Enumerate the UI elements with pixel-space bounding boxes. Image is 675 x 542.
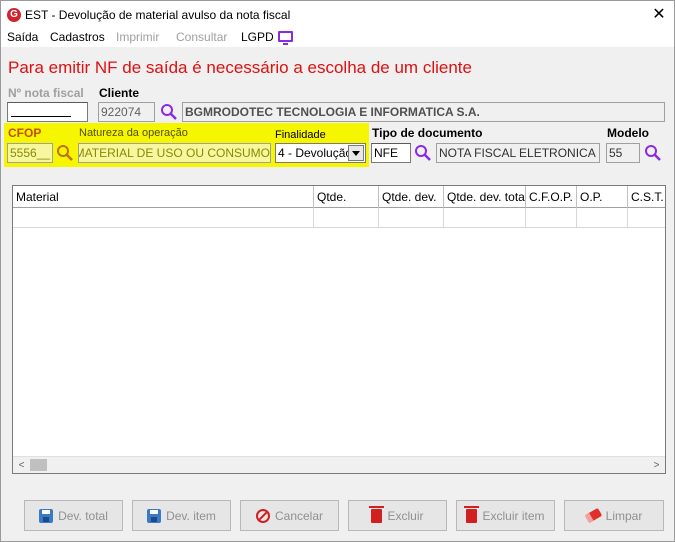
cliente-code-field[interactable]: 922074 — [98, 102, 155, 122]
cliente-name-field: BGMRODOTEC TECNOLOGIA E INFORMATICA S.A. — [182, 102, 665, 122]
cfop-input[interactable]: 5556__ — [7, 143, 53, 163]
scroll-left-icon[interactable]: < — [13, 457, 30, 474]
menu-consultar[interactable]: Consultar — [176, 30, 227, 44]
trash-icon — [369, 505, 385, 523]
search-tipo-documento-icon[interactable] — [414, 144, 432, 162]
limpar-label: Limpar — [605, 508, 643, 523]
natureza-field: DE MATERIAL DE USO OU CONSUMO — [78, 143, 271, 163]
finalidade-label: Finalidade — [275, 129, 326, 141]
excluir-item-button[interactable]: Excluir item — [456, 500, 555, 531]
horizontal-scrollbar[interactable]: < > — [13, 456, 665, 473]
main-window: G EST - Devolução de material avulso da … — [0, 0, 675, 542]
menu-lgpd[interactable]: LGPD — [241, 30, 274, 44]
nota-fiscal-label: Nº nota fiscal — [8, 86, 84, 100]
modelo-field[interactable]: 55 — [606, 143, 640, 163]
column-header-qtde[interactable]: Qtde. — [314, 186, 379, 208]
natureza-label: Natureza da operação — [79, 127, 188, 139]
title-bar: G EST - Devolução de material avulso da … — [1, 1, 674, 29]
trash-icon — [464, 505, 480, 523]
menu-bar: Saída Cadastros Imprimir Consultar LGPD — [1, 29, 674, 47]
menu-imprimir[interactable]: Imprimir — [116, 30, 159, 44]
chevron-down-icon[interactable] — [348, 145, 364, 161]
tipo-documento-code-input[interactable]: NFE — [371, 143, 411, 163]
nota-fiscal-input[interactable] — [7, 102, 88, 122]
excluir-item-label: Excluir item — [482, 508, 545, 523]
column-header-material[interactable]: Material — [13, 186, 314, 208]
monitor-icon[interactable] — [278, 31, 293, 45]
excluir-label: Excluir — [387, 508, 424, 523]
cancelar-button[interactable]: Cancelar — [240, 500, 339, 531]
cell-material[interactable] — [13, 208, 314, 228]
save-icon — [39, 508, 54, 523]
close-button[interactable]: ✕ — [644, 1, 674, 29]
cancel-icon — [255, 508, 270, 523]
scroll-right-icon[interactable]: > — [648, 457, 665, 474]
search-cfop-icon[interactable] — [56, 144, 74, 162]
dev-item-button[interactable]: Dev. item — [132, 500, 231, 531]
tipo-documento-label: Tipo de documento — [372, 126, 483, 140]
cell-qtde[interactable] — [314, 208, 379, 228]
dev-total-label: Dev. total — [58, 508, 108, 523]
finalidade-select[interactable]: 4 - Devolução — [275, 143, 366, 163]
client-required-message: Para emitir NF de saída é necessário a e… — [8, 58, 472, 77]
eraser-icon — [584, 507, 602, 524]
tipo-documento-name-field: NOTA FISCAL ELETRONICA — [436, 143, 600, 163]
column-header-qtde-dev-total[interactable]: Qtde. dev. total — [444, 186, 526, 208]
search-modelo-icon[interactable] — [644, 144, 662, 162]
column-header-qtde-dev[interactable]: Qtde. dev. — [379, 186, 444, 208]
column-header-op[interactable]: O.P. — [577, 186, 628, 208]
cell-op[interactable] — [577, 208, 628, 228]
column-header-cfop[interactable]: C.F.O.P. — [526, 186, 577, 208]
modelo-label: Modelo — [607, 126, 649, 140]
column-header-cst[interactable]: C.S.T. — [628, 186, 665, 208]
limpar-button[interactable]: Limpar — [564, 500, 664, 531]
cell-cfop[interactable] — [526, 208, 577, 228]
dev-total-button[interactable]: Dev. total — [24, 500, 123, 531]
excluir-button[interactable]: Excluir — [348, 500, 447, 531]
scroll-thumb[interactable] — [30, 459, 47, 471]
search-cliente-icon[interactable] — [160, 103, 178, 121]
cancelar-label: Cancelar — [274, 508, 324, 523]
cfop-label: CFOP — [8, 126, 42, 140]
cell-qtde-dev-total[interactable] — [444, 208, 526, 228]
menu-cadastros[interactable]: Cadastros — [50, 30, 105, 44]
menu-saida[interactable]: Saída — [7, 30, 38, 44]
nota-fiscal-mask — [11, 116, 71, 117]
cell-qtde-dev[interactable] — [379, 208, 444, 228]
window-title: EST - Devolução de material avulso da no… — [25, 8, 291, 22]
app-logo-icon: G — [7, 8, 21, 22]
table-row[interactable] — [13, 208, 665, 228]
material-grid[interactable]: Material Qtde. Qtde. dev. Qtde. dev. tot… — [12, 185, 666, 474]
dev-item-label: Dev. item — [166, 508, 216, 523]
cliente-label: Cliente — [99, 86, 140, 100]
finalidade-value: 4 - Devolução — [278, 146, 353, 160]
save-icon — [147, 508, 162, 523]
grid-header: Material Qtde. Qtde. dev. Qtde. dev. tot… — [13, 186, 665, 208]
